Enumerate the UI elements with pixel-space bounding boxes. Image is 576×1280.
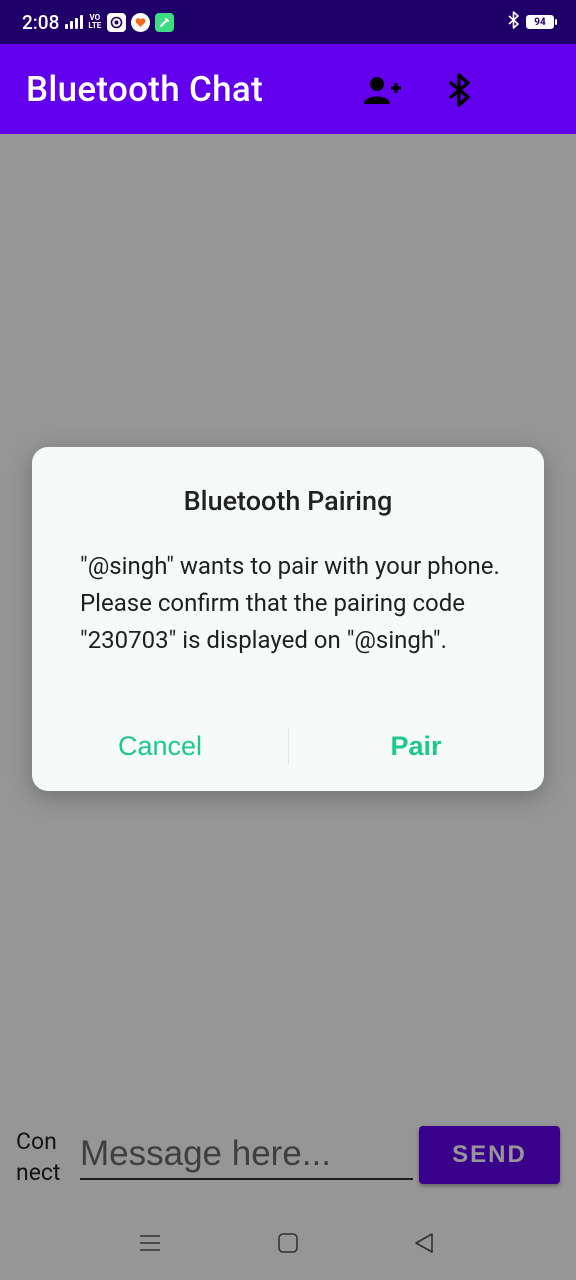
screen: 2:08 VO LTE 94 Bluetooth Chat Connect Me… xyxy=(0,0,576,1280)
dialog-actions: Cancel Pair xyxy=(32,721,544,771)
pair-button[interactable]: Pair xyxy=(288,721,544,771)
notification-app-icon xyxy=(131,12,151,32)
bluetooth-status-icon xyxy=(508,11,520,33)
dialog-title: Bluetooth Pairing xyxy=(183,485,393,517)
dialog-message: "@singh" wants to pair with your phone. … xyxy=(80,552,500,654)
app-bar: Bluetooth Chat xyxy=(0,44,576,134)
app-title: Bluetooth Chat xyxy=(26,68,264,110)
volte-label-bottom: LTE xyxy=(88,21,102,30)
status-time: 2:08 xyxy=(22,10,60,34)
screen-record-icon xyxy=(107,12,127,32)
battery-indicator: 94 xyxy=(526,15,557,29)
tools-app-icon xyxy=(155,12,175,32)
volte-indicator: VO LTE xyxy=(88,14,101,30)
bluetooth-pairing-dialog: Bluetooth Pairing "@singh" wants to pair… xyxy=(32,447,544,791)
cancel-button[interactable]: Cancel xyxy=(32,721,288,771)
bluetooth-button[interactable] xyxy=(440,68,480,112)
signal-strength-icon xyxy=(65,15,84,29)
status-bar: 2:08 VO LTE 94 xyxy=(0,0,576,44)
add-device-button[interactable] xyxy=(362,70,404,110)
bluetooth-icon xyxy=(449,73,470,107)
person-add-icon xyxy=(364,77,401,104)
